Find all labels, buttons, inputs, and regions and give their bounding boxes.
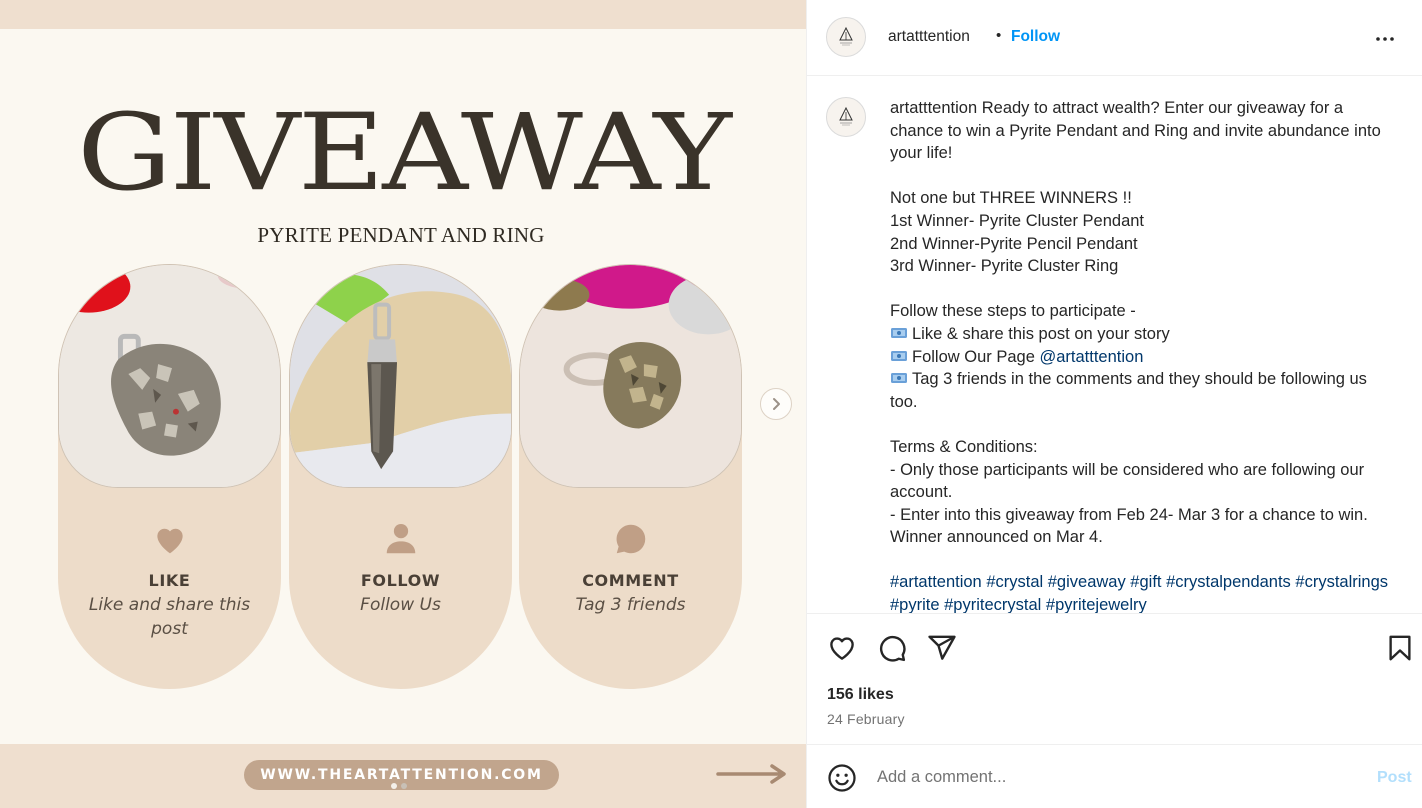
carousel-dot-active xyxy=(391,783,397,789)
bookmark-icon[interactable] xyxy=(1385,633,1415,663)
top-band xyxy=(0,0,806,29)
post-comment-button[interactable]: Post xyxy=(1377,769,1412,787)
banknote-icon xyxy=(891,373,907,384)
banknote-icon xyxy=(891,350,907,361)
giveaway-card-like: LIKE Like and share this post xyxy=(58,264,281,689)
pyrite-cluster-ring-photo xyxy=(519,264,742,488)
card-text: Follow Us xyxy=(360,595,441,615)
card-heading: LIKE xyxy=(148,571,191,590)
giveaway-card-comment: COMMENT Tag 3 friends xyxy=(519,264,742,689)
pyrite-pencil-pendant-photo xyxy=(289,264,512,488)
brand-logo-icon xyxy=(839,106,853,126)
terms-title: Terms & Conditions: xyxy=(890,437,1038,456)
comment-input[interactable] xyxy=(877,763,1337,791)
carousel-next-button[interactable] xyxy=(760,388,792,420)
speech-bubble-icon xyxy=(519,520,742,563)
post-author-username[interactable]: artatttention xyxy=(888,28,970,46)
winner-2: 2nd Winner-Pyrite Pencil Pendant xyxy=(890,234,1138,253)
follow-button[interactable]: Follow xyxy=(1011,28,1060,46)
step-3: Tag 3 friends in the comments and they s… xyxy=(890,370,1367,411)
emoji-icon[interactable] xyxy=(827,763,857,793)
header-separator: • xyxy=(996,27,1002,44)
giveaway-subtitle: PYRITE PENDANT AND RING xyxy=(257,223,545,247)
post-media[interactable]: GIVEAWAY PYRITE PENDANT AND RING LIKE Li… xyxy=(0,0,806,808)
card-text: Like and share this post xyxy=(88,595,251,639)
chevron-right-icon xyxy=(773,398,780,410)
carousel-dot xyxy=(401,783,407,789)
caption-username[interactable]: artatttention xyxy=(890,99,977,117)
pyrite-cluster-pendant-photo xyxy=(58,264,281,488)
arrow-right-icon xyxy=(716,764,786,784)
comment-bar: Post xyxy=(807,744,1422,808)
step-2-text: Follow Our Page xyxy=(912,347,1040,366)
card-text: Tag 3 friends xyxy=(575,595,686,615)
mention-link[interactable]: @artatttention xyxy=(1039,348,1143,366)
post-side-panel: artatttention • Follow artatttention Rea… xyxy=(806,0,1422,808)
post-actions: 156 likes 24 February xyxy=(807,613,1422,744)
banknote-icon xyxy=(891,327,907,338)
avatar[interactable] xyxy=(826,97,866,137)
giveaway-card-follow: FOLLOW Follow Us xyxy=(289,264,512,689)
winner-1: 1st Winner- Pyrite Cluster Pendant xyxy=(890,211,1145,230)
heart-icon xyxy=(58,520,281,563)
more-options-icon[interactable] xyxy=(1373,27,1397,51)
term-1: - Only those participants will be consid… xyxy=(890,460,1365,502)
post-caption: artatttention Ready to attract wealth? E… xyxy=(890,97,1390,613)
winner-3: 3rd Winner- Pyrite Cluster Ring xyxy=(890,257,1119,276)
like-heart-icon[interactable] xyxy=(827,633,857,663)
hashtags[interactable]: #artattention #crystal #giveaway #gift #… xyxy=(890,571,1390,613)
steps-title: Follow these steps to participate - xyxy=(890,302,1136,321)
comment-icon[interactable] xyxy=(877,633,907,663)
term-2: - Enter into this giveaway from Feb 24- … xyxy=(890,505,1368,547)
post-header: artatttention • Follow xyxy=(807,0,1422,76)
carousel-dots xyxy=(391,783,407,789)
card-heading: FOLLOW xyxy=(360,571,441,590)
avatar[interactable] xyxy=(826,17,866,57)
card-heading: COMMENT xyxy=(582,571,679,590)
brand-logo-icon xyxy=(839,26,853,46)
giveaway-title: GIVEAWAY xyxy=(77,91,732,214)
caption-area[interactable]: artatttention Ready to attract wealth? E… xyxy=(807,77,1422,613)
post-date[interactable]: 24 February xyxy=(827,711,905,727)
winners-title: Not one but THREE WINNERS !! xyxy=(890,189,1132,208)
likes-count[interactable]: 156 likes xyxy=(827,686,894,704)
person-icon xyxy=(289,520,512,563)
share-icon[interactable] xyxy=(927,633,957,663)
step-1: Like & share this post on your story xyxy=(912,324,1170,343)
